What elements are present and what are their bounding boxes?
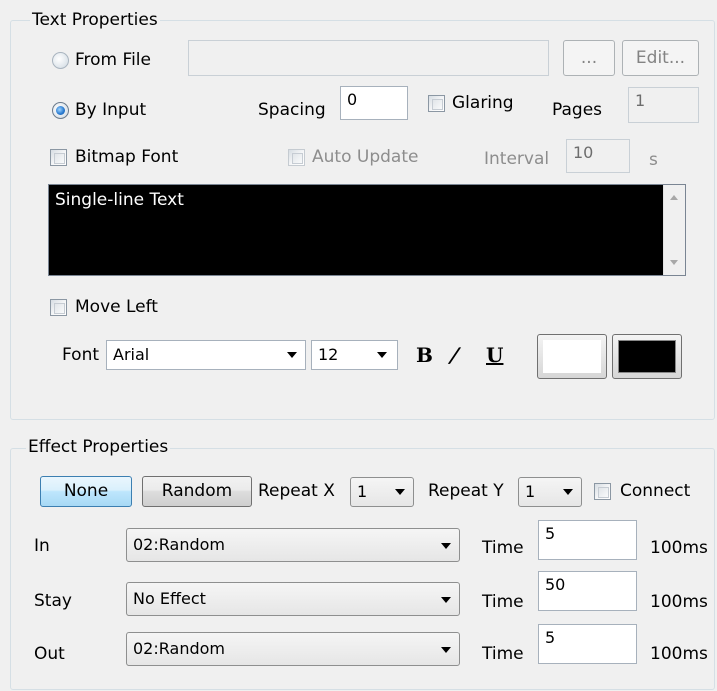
chevron-down-icon bbox=[395, 489, 405, 495]
repeat-x-value: 1 bbox=[357, 482, 368, 501]
stay-effect-select[interactable]: No Effect bbox=[126, 582, 460, 616]
interval-unit: s bbox=[649, 150, 658, 170]
font-family-value: Arial bbox=[113, 345, 150, 364]
effect-properties-title: Effect Properties bbox=[26, 437, 171, 457]
text-content: Single-line Text bbox=[55, 190, 184, 210]
repeat-x-label: Repeat X bbox=[258, 481, 335, 501]
background-color-button[interactable] bbox=[612, 334, 682, 379]
repeat-y-label: Repeat Y bbox=[428, 481, 504, 501]
in-time-label: Time bbox=[482, 538, 524, 558]
browse-button[interactable]: ... bbox=[563, 40, 615, 76]
bitmap-font-checkbox[interactable] bbox=[50, 149, 67, 166]
stay-time-label: Time bbox=[482, 592, 524, 612]
out-effect-select[interactable]: 02:Random bbox=[126, 632, 460, 666]
chevron-down-icon bbox=[441, 543, 451, 549]
chevron-down-icon bbox=[287, 352, 297, 358]
connect-label[interactable]: Connect bbox=[620, 480, 690, 502]
repeat-y-select[interactable]: 1 bbox=[518, 477, 582, 507]
pages-label: Pages bbox=[552, 100, 603, 120]
chevron-down-icon bbox=[441, 647, 451, 653]
font-size-select[interactable]: 12 bbox=[311, 340, 398, 370]
from-file-radio[interactable] bbox=[52, 52, 69, 69]
in-time-input[interactable]: 5 bbox=[538, 520, 637, 560]
font-size-value: 12 bbox=[318, 345, 339, 364]
foreground-color-swatch bbox=[543, 340, 601, 373]
move-left-label[interactable]: Move Left bbox=[75, 296, 158, 318]
by-input-label[interactable]: By Input bbox=[75, 99, 146, 121]
out-time-unit: 100ms bbox=[650, 644, 708, 664]
foreground-color-button[interactable] bbox=[537, 334, 607, 379]
scroll-up-icon[interactable] bbox=[670, 195, 678, 200]
glaring-label[interactable]: Glaring bbox=[452, 92, 514, 114]
chevron-down-icon bbox=[563, 489, 573, 495]
out-effect-value: 02:Random bbox=[133, 639, 225, 658]
interval-label: Interval bbox=[484, 149, 550, 169]
out-time-input[interactable]: 5 bbox=[538, 624, 637, 664]
in-time-unit: 100ms bbox=[650, 538, 708, 558]
background-color-swatch bbox=[618, 340, 676, 373]
repeat-x-select[interactable]: 1 bbox=[350, 477, 414, 507]
glaring-checkbox[interactable] bbox=[428, 95, 445, 112]
interval-input[interactable]: 10 bbox=[566, 139, 630, 173]
in-effect-select[interactable]: 02:Random bbox=[126, 528, 460, 562]
bitmap-font-label[interactable]: Bitmap Font bbox=[75, 146, 178, 168]
font-label: Font bbox=[62, 345, 100, 365]
none-button[interactable]: None bbox=[40, 476, 132, 507]
stay-time-input[interactable]: 50 bbox=[538, 571, 637, 611]
chevron-down-icon bbox=[377, 352, 387, 358]
text-content-area[interactable]: Single-line Text bbox=[48, 184, 686, 276]
spacing-label: Spacing bbox=[258, 100, 326, 120]
text-properties-title: Text Properties bbox=[30, 10, 160, 30]
out-time-label: Time bbox=[482, 644, 524, 664]
bold-button[interactable]: B bbox=[416, 343, 433, 367]
stay-effect-value: No Effect bbox=[133, 589, 206, 608]
in-label: In bbox=[34, 536, 50, 556]
text-scrollbar[interactable] bbox=[663, 185, 685, 275]
by-input-radio[interactable] bbox=[52, 102, 69, 119]
scroll-down-icon[interactable] bbox=[670, 260, 678, 265]
in-effect-value: 02:Random bbox=[133, 535, 225, 554]
auto-update-checkbox[interactable] bbox=[288, 149, 305, 166]
stay-time-unit: 100ms bbox=[650, 592, 708, 612]
stay-label: Stay bbox=[34, 591, 72, 611]
repeat-y-value: 1 bbox=[525, 482, 536, 501]
from-file-label[interactable]: From File bbox=[75, 49, 151, 71]
connect-checkbox[interactable] bbox=[594, 483, 611, 500]
auto-update-label[interactable]: Auto Update bbox=[312, 146, 418, 168]
file-path-field[interactable] bbox=[188, 40, 549, 76]
out-label: Out bbox=[34, 644, 65, 664]
spacing-input[interactable]: 0 bbox=[340, 86, 408, 120]
random-button[interactable]: Random bbox=[142, 476, 252, 507]
edit-button[interactable]: Edit... bbox=[622, 40, 699, 76]
move-left-checkbox[interactable] bbox=[50, 299, 67, 316]
underline-button[interactable]: U bbox=[486, 343, 503, 367]
chevron-down-icon bbox=[441, 597, 451, 603]
font-family-select[interactable]: Arial bbox=[106, 340, 306, 370]
pages-input: 1 bbox=[628, 87, 699, 123]
